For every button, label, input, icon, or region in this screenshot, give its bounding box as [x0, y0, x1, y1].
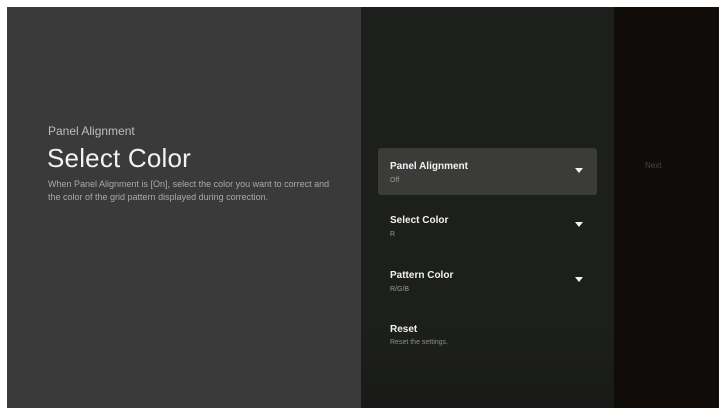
tv-settings-screen: Panel Alignment Select Color When Panel … [7, 7, 719, 408]
settings-menu: Panel Alignment Off Select Color R Patte… [361, 7, 614, 408]
menu-item-select-color[interactable]: Select Color R [378, 202, 597, 249]
info-panel: Panel Alignment Select Color When Panel … [7, 7, 361, 408]
page-description: When Panel Alignment is [On], select the… [48, 179, 330, 202]
menu-item-panel-alignment[interactable]: Panel Alignment Off [378, 148, 597, 195]
menu-item-value: R/G/B [390, 286, 410, 293]
menu-item-label: Panel Alignment [390, 161, 468, 172]
chevron-down-icon [575, 168, 583, 173]
next-panel[interactable]: Next [614, 7, 719, 408]
chevron-down-icon [575, 222, 583, 227]
page-title: Select Color [47, 143, 192, 173]
menu-item-label: Select Color [390, 215, 449, 226]
chevron-down-icon [575, 277, 583, 282]
menu-item-value: Reset the settings. [390, 339, 448, 346]
menu-item-label: Reset [390, 324, 418, 335]
menu-item-value: Off [390, 177, 400, 184]
breadcrumb: Panel Alignment [48, 124, 135, 138]
menu-item-pattern-color[interactable]: Pattern Color R/G/B [378, 257, 597, 304]
menu-item-value: R [390, 231, 396, 238]
menu-item-reset[interactable]: Reset Reset the settings. [378, 312, 597, 359]
menu-item-label: Pattern Color [390, 270, 454, 281]
next-label: Next [645, 161, 662, 170]
